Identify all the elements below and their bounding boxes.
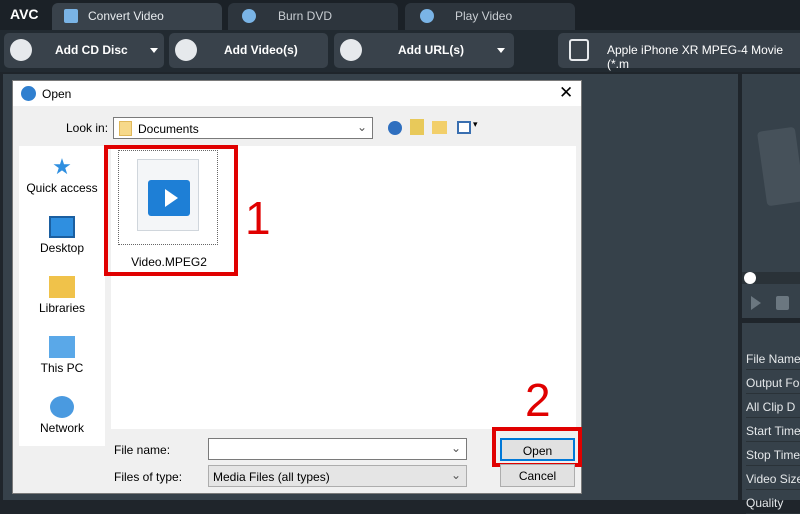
file-type-value: Media Files (all types) [213, 470, 330, 484]
tab-label: Convert Video [88, 9, 164, 23]
file-type-label: Files of type: [114, 470, 183, 484]
play-button[interactable] [751, 296, 761, 310]
view-menu-caret[interactable]: ▾ [473, 119, 478, 130]
add-cd-disc-button[interactable]: Add CD Disc [4, 33, 164, 68]
place-desktop[interactable]: Desktop [19, 216, 105, 255]
film-add-icon [175, 39, 197, 61]
open-button[interactable]: Open [500, 438, 575, 461]
annotation-number-2: 2 [525, 374, 551, 426]
convert-icon [64, 9, 78, 23]
place-label: This PC [40, 361, 84, 375]
desktop-icon [49, 216, 75, 238]
prop-stop-time: Stop Time [746, 443, 800, 466]
file-name-label: File name: [114, 443, 171, 457]
add-urls-button[interactable]: Add URL(s) [334, 33, 514, 68]
film-icon [756, 126, 800, 207]
disc-icon [242, 9, 256, 23]
computer-icon [49, 336, 75, 358]
globe-add-icon [340, 39, 362, 61]
close-icon[interactable]: ✕ [559, 83, 573, 103]
view-menu-icon[interactable] [457, 121, 471, 134]
cd-add-icon [10, 39, 32, 61]
place-label: Desktop [39, 241, 85, 255]
place-this-pc[interactable]: This PC [19, 336, 105, 375]
place-label: Network [39, 421, 84, 435]
prop-output-format: Output Fo [746, 371, 800, 394]
button-label: Add Video(s) [224, 43, 298, 57]
chevron-down-icon: ⌄ [451, 468, 462, 482]
place-label: Quick access [26, 181, 98, 195]
chevron-down-icon[interactable] [150, 48, 158, 53]
add-videos-button[interactable]: Add Video(s) [169, 33, 328, 68]
app-icon [21, 86, 36, 101]
dialog-title: Open [42, 87, 72, 101]
places-bar: ★ Quick access Desktop Libraries This PC … [19, 146, 105, 446]
place-label: Libraries [38, 301, 86, 315]
folder-icon [119, 121, 132, 136]
file-type-select[interactable]: Media Files (all types) ⌄ [208, 465, 467, 487]
file-name-input[interactable]: ⌄ [208, 438, 467, 460]
network-icon [50, 396, 74, 418]
tab-convert-video[interactable]: Convert Video [52, 3, 222, 30]
tab-play-video[interactable]: Play Video [405, 3, 575, 30]
prop-video-size: Video Size [746, 467, 800, 490]
stop-button[interactable] [776, 296, 789, 310]
seek-bar[interactable] [742, 272, 800, 284]
play-icon [420, 9, 434, 23]
back-icon[interactable] [388, 121, 402, 135]
prop-all-clip-duration: All Clip D [746, 395, 800, 418]
tab-label: Play Video [455, 9, 513, 23]
prop-quality: Quality [746, 491, 800, 514]
dialog-title-bar: Open ✕ [13, 81, 581, 106]
look-in-label: Look in: [66, 121, 109, 135]
place-quick-access[interactable]: ★ Quick access [19, 154, 105, 196]
star-icon: ★ [52, 154, 72, 179]
tab-burn-dvd[interactable]: Burn DVD [228, 3, 398, 30]
app-logo: AVC [10, 6, 39, 22]
new-folder-icon[interactable] [432, 121, 447, 134]
chevron-down-icon[interactable] [497, 48, 505, 53]
profile-label: Apple iPhone XR MPEG-4 Movie (*.m [607, 43, 784, 71]
up-folder-icon[interactable] [410, 119, 424, 135]
look-in-value: Documents [138, 122, 199, 136]
look-in-select[interactable]: Documents ⌄ [113, 117, 373, 139]
all-formats-icon [569, 39, 589, 61]
chevron-down-icon[interactable]: ⌄ [451, 441, 461, 455]
divider [742, 318, 800, 323]
chevron-down-icon: ⌄ [357, 120, 368, 134]
button-label: Add CD Disc [55, 43, 128, 57]
place-network[interactable]: Network [19, 396, 105, 435]
button-label: Add URL(s) [398, 43, 464, 57]
annotation-box-1 [104, 145, 238, 276]
tab-label: Burn DVD [278, 9, 333, 23]
open-dialog: Open ✕ Look in: Documents ⌄ ▾ ★ Quick acc… [12, 80, 582, 494]
output-profile-select[interactable]: Apple iPhone XR MPEG-4 Movie (*.m [558, 33, 800, 71]
libraries-icon [49, 276, 75, 298]
seek-handle[interactable] [744, 272, 756, 284]
prop-start-time: Start Time [746, 419, 800, 442]
cancel-button[interactable]: Cancel [500, 464, 575, 487]
annotation-number-1: 1 [245, 192, 271, 244]
prop-file-name: File Name [746, 347, 800, 370]
place-libraries[interactable]: Libraries [19, 276, 105, 315]
